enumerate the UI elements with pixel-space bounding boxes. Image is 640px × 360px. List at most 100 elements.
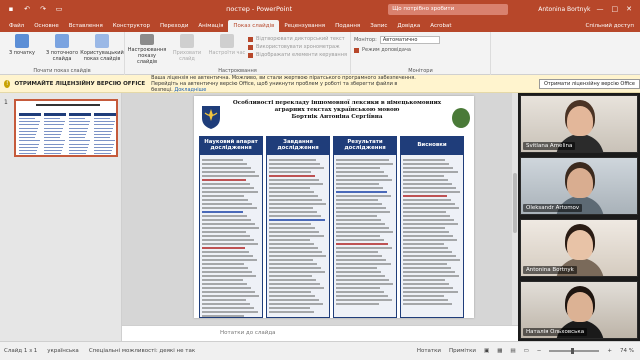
zoom-out-icon[interactable]: − [537, 348, 542, 354]
tab-8[interactable]: Подання [330, 20, 365, 32]
setup-icon [140, 34, 154, 45]
tab-1[interactable]: Основне [29, 20, 64, 32]
notes-pane[interactable]: Нотатки до слайда [122, 325, 518, 341]
maximize-icon[interactable]: □ [612, 5, 619, 13]
text-line [336, 215, 377, 217]
thumb-text-line [44, 130, 62, 132]
tab-2[interactable]: Вставлення [64, 20, 108, 32]
learn-more-link[interactable]: Докладніше [174, 87, 206, 93]
share-button[interactable]: Спільний доступ [586, 20, 640, 32]
custom-slideshow-button[interactable]: Користувацький показ слайдів [80, 34, 124, 65]
text-line [336, 195, 392, 197]
text-line [403, 159, 446, 161]
license-warning-bar: ! ОТРИМАЙТЕ ЛІЦЕНЗІЙНУ ВЕРСІЮ OFFICE Ваш… [0, 75, 640, 93]
participant-name: Antonina Bortnyk [523, 266, 577, 274]
thumb-text-line [44, 153, 61, 155]
text-line [269, 275, 312, 277]
thumb-column-header [94, 113, 116, 116]
language-indicator[interactable]: українська [47, 348, 79, 354]
text-line [269, 243, 315, 245]
setup-slideshow-button[interactable]: Настроювання показу слайдів [128, 34, 166, 65]
sorter-view-icon[interactable]: ▦ [497, 348, 502, 354]
get-genuine-office-button[interactable]: Отримати ліцензійну версію Office [538, 78, 640, 89]
user-name[interactable]: Antonina Bortnyk [538, 6, 590, 13]
scrollbar-thumb[interactable] [513, 173, 517, 233]
text-line [403, 295, 445, 297]
hide-slide-button[interactable]: Приховати слайд [168, 34, 206, 65]
from-beginning-button[interactable]: З початку [3, 34, 41, 65]
zoom-knob[interactable] [571, 348, 575, 354]
thumb-text-line [94, 118, 110, 119]
presenter-view-checkbox[interactable] [353, 47, 359, 53]
slide-canvas[interactable]: Особливості перекладу іншомовної лексики… [194, 96, 474, 318]
tab-5[interactable]: Анімація [193, 20, 228, 32]
text-line [403, 227, 445, 229]
tab-11[interactable]: Acrobat [425, 20, 456, 32]
thumb-text-line [94, 137, 110, 139]
text-line [336, 223, 385, 225]
text-line [269, 295, 315, 297]
tab-10[interactable]: Довідка [392, 20, 425, 32]
present-icon[interactable]: ▭ [54, 4, 64, 14]
timings-checkbox[interactable] [248, 44, 253, 50]
thumb-text-line [69, 118, 85, 119]
status-bar: Слайд 1 з 1 українська Спеціальні можлив… [0, 341, 640, 360]
slideshow-view-icon[interactable]: ▭ [524, 348, 529, 354]
participant-video-tile[interactable]: Svitlana Amelina [520, 95, 638, 153]
text-line [269, 259, 314, 261]
thumb-text-line [44, 124, 64, 126]
zoom-in-icon[interactable]: + [607, 348, 612, 354]
participant-face [567, 230, 593, 260]
text-line [403, 183, 453, 185]
participant-video-tile[interactable]: Oleksandr Artomov [520, 157, 638, 215]
undo-icon[interactable]: ↶ [22, 4, 32, 14]
zoom-slider[interactable] [549, 348, 600, 354]
slideshow-current-icon [55, 34, 69, 48]
close-icon[interactable]: ✕ [626, 5, 632, 13]
from-current-button[interactable]: З поточного слайда [43, 34, 81, 65]
text-line [202, 315, 245, 317]
text-line [202, 291, 255, 293]
reading-view-icon[interactable]: ▤ [510, 348, 515, 354]
tab-3[interactable]: Конструктор [108, 20, 155, 32]
tab-0[interactable]: Файл [4, 20, 29, 32]
text-line [403, 259, 460, 261]
thumb-text-line [94, 146, 113, 148]
participant-video-tile[interactable]: Antonina Bortnyk [520, 219, 638, 277]
tab-7[interactable]: Рецензування [279, 20, 330, 32]
zoom-level[interactable]: 74 % [620, 348, 634, 354]
redo-icon[interactable]: ↷ [38, 4, 48, 14]
participant-video-tile[interactable]: Наталія Ольховська [520, 281, 638, 339]
text-line [269, 271, 326, 273]
rehearse-timings-button[interactable]: Настроїти час [208, 34, 246, 65]
text-line [269, 183, 323, 185]
text-line [202, 187, 254, 189]
narration-checkbox[interactable] [248, 36, 253, 42]
save-icon[interactable]: ▪ [6, 4, 16, 14]
accessibility-status[interactable]: Спеціальні можливості: деякі не так [89, 348, 195, 354]
text-line [336, 247, 392, 249]
tab-9[interactable]: Запис [365, 20, 392, 32]
slide-thumbnail[interactable] [14, 99, 118, 157]
thumb-text-line [44, 150, 62, 151]
normal-view-icon[interactable]: ▣ [484, 348, 489, 354]
notes-toggle[interactable]: Нотатки [417, 348, 441, 354]
text-line [202, 299, 246, 301]
text-line [336, 167, 381, 169]
thumb-text-line [19, 143, 39, 145]
slide-counter: Слайд 1 з 1 [4, 348, 38, 354]
media-controls-checkbox[interactable] [248, 52, 253, 58]
tab-6[interactable]: Показ слайдів [228, 20, 280, 32]
text-line [269, 187, 310, 189]
participant-name: Oleksandr Artomov [523, 204, 583, 212]
text-line [403, 263, 447, 265]
comments-toggle[interactable]: Примітки [449, 348, 476, 354]
thumb-text-line [94, 127, 113, 129]
poster-column: Результати дослідження [333, 136, 397, 318]
monitor-dropdown[interactable]: Автоматично [379, 36, 440, 44]
text-line [336, 263, 391, 265]
text-line [269, 267, 322, 269]
minimize-icon[interactable]: — [597, 5, 604, 13]
search-box[interactable]: Що потрібно зробити [388, 3, 509, 15]
tab-4[interactable]: Переходи [155, 20, 193, 32]
